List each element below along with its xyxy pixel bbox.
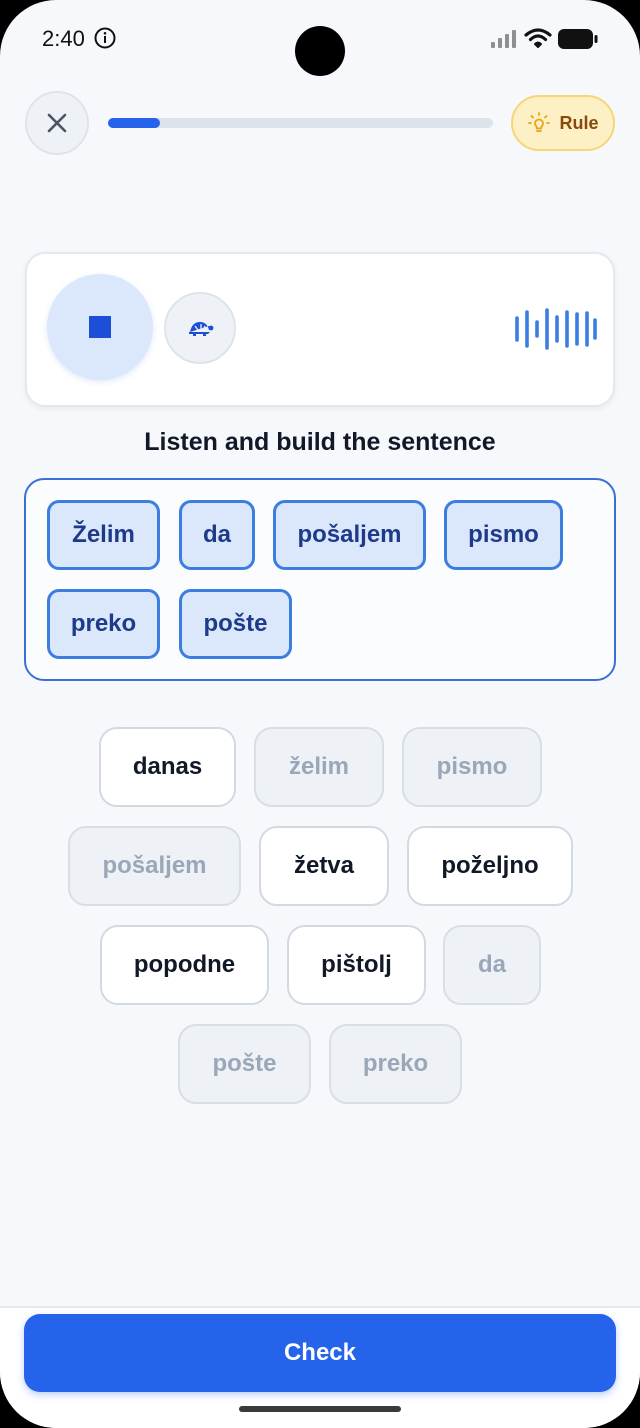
word-bank-chip[interactable]: poželjno bbox=[407, 826, 573, 906]
close-icon bbox=[47, 113, 67, 133]
close-button[interactable] bbox=[25, 91, 89, 155]
slow-playback-button[interactable] bbox=[164, 292, 236, 364]
cellular-signal-icon bbox=[491, 30, 516, 48]
home-indicator[interactable] bbox=[239, 1406, 401, 1412]
stop-icon bbox=[89, 316, 111, 338]
turtle-icon bbox=[189, 322, 214, 336]
word-bank-chip[interactable]: pošte bbox=[178, 1024, 311, 1104]
lesson-progress-fill bbox=[108, 118, 160, 128]
instruction-text: Listen and build the sentence bbox=[144, 428, 496, 456]
answer-chip[interactable]: Želim bbox=[47, 500, 160, 570]
answer-chip[interactable]: pošte bbox=[179, 589, 292, 659]
answer-chip[interactable]: pismo bbox=[444, 500, 563, 570]
word-bank-chip[interactable]: pismo bbox=[402, 727, 542, 807]
check-button[interactable]: Check bbox=[24, 1314, 616, 1392]
battery-icon bbox=[558, 29, 598, 49]
word-bank-chip[interactable]: pištolj bbox=[287, 925, 426, 1005]
word-bank-chip[interactable]: preko bbox=[329, 1024, 462, 1104]
answer-chip[interactable]: da bbox=[179, 500, 255, 570]
lightbulb-icon bbox=[528, 112, 551, 132]
answer-chip[interactable]: preko bbox=[47, 589, 160, 659]
rule-button[interactable]: Rule bbox=[511, 95, 615, 151]
lesson-progress-bar bbox=[108, 118, 493, 128]
word-bank-chip[interactable]: da bbox=[443, 925, 541, 1005]
status-bar: 2:40 bbox=[0, 0, 640, 80]
audio-player-card bbox=[25, 252, 615, 407]
word-bank-chip[interactable]: žetva bbox=[259, 826, 389, 906]
answer-chip[interactable]: pošaljem bbox=[273, 500, 426, 570]
app-screen: 2:40 Rule Listen and build the sentence … bbox=[0, 0, 640, 1428]
status-time: 2:40 bbox=[42, 26, 85, 51]
word-bank-chip[interactable]: pošaljem bbox=[68, 826, 241, 906]
camera-cutout bbox=[295, 26, 345, 76]
word-bank-chip[interactable]: danas bbox=[99, 727, 236, 807]
word-bank-chip[interactable]: popodne bbox=[100, 925, 269, 1005]
word-bank-chip[interactable]: želim bbox=[254, 727, 384, 807]
wifi-icon bbox=[524, 28, 552, 48]
rule-label: Rule bbox=[559, 112, 599, 133]
sound-wave-icon bbox=[515, 308, 597, 350]
answer-area: Želim da pošaljem pismo preko pošte bbox=[24, 478, 616, 681]
play-stop-button[interactable] bbox=[47, 274, 153, 380]
info-icon bbox=[94, 27, 116, 49]
